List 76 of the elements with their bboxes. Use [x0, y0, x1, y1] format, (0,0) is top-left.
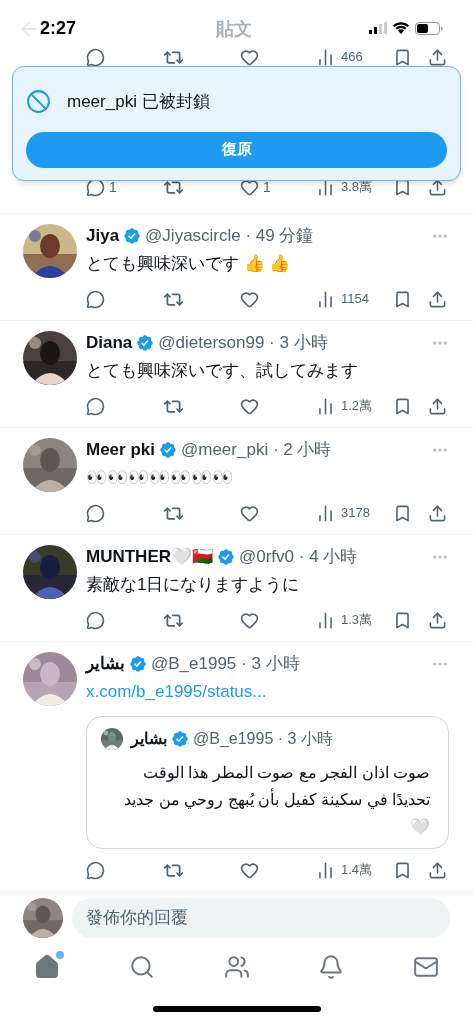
verified-badge-icon: [217, 548, 235, 566]
toast-message: meer_pki 已被封鎖: [67, 91, 210, 113]
author-name: Diana: [86, 332, 133, 355]
bookmark-icon[interactable]: [393, 47, 412, 67]
handle-time: @dieterson99 · 3 小時: [158, 332, 329, 355]
bookmark-icon[interactable]: [393, 610, 412, 630]
view-count: 1.2萬: [341, 397, 373, 416]
views-icon[interactable]: [316, 610, 335, 630]
handle-time: @B_e1995 · 3 小時: [151, 653, 301, 676]
like-icon[interactable]: [240, 396, 259, 416]
reply-icon[interactable]: [86, 610, 105, 630]
like-icon[interactable]: [240, 503, 259, 523]
author-name: Jiya: [86, 225, 120, 248]
home-icon[interactable]: [34, 953, 60, 980]
signal-icon: [369, 22, 387, 34]
blocked-icon: [26, 89, 51, 115]
verified-badge-icon: [136, 334, 155, 352]
battery-icon: [415, 21, 443, 35]
verified-badge-icon: [123, 227, 142, 245]
like-count: 1: [263, 177, 271, 197]
tweet-text: とても興味深いです、試してみます: [86, 360, 359, 382]
reply-field[interactable]: 發佈你的回覆: [72, 897, 450, 938]
reply-icon[interactable]: [86, 47, 105, 67]
bookmark-icon[interactable]: [393, 396, 412, 416]
view-count: 3178: [341, 504, 370, 523]
share-icon[interactable]: [428, 396, 447, 416]
view-count: 3.8萬: [341, 178, 373, 197]
notifications-icon[interactable]: [318, 953, 345, 980]
tweet-text: 素敵な1日になりますように: [86, 574, 301, 596]
people-icon[interactable]: [223, 953, 250, 980]
reply-icon[interactable]: [86, 860, 105, 880]
verified-badge-icon: [159, 441, 177, 459]
share-icon[interactable]: [428, 860, 447, 880]
like-icon[interactable]: [240, 289, 259, 309]
reply-count: 1: [109, 177, 117, 197]
reply-icon[interactable]: [86, 396, 105, 416]
share-icon[interactable]: [428, 47, 447, 67]
reply-icon[interactable]: [86, 289, 105, 309]
views-icon[interactable]: [316, 860, 335, 880]
share-icon[interactable]: [428, 610, 447, 630]
verified-badge-icon: [171, 730, 189, 748]
bookmark-icon[interactable]: [393, 860, 412, 880]
tweet-text: とても興味深いです 👍 👍: [86, 253, 292, 275]
like-icon[interactable]: [240, 610, 259, 630]
tweet-text: 👀👀👀👀👀👀👀: [86, 467, 234, 489]
author-name: بشاير: [131, 729, 167, 751]
handle-time: @Jiyascircle · 49 分鐘: [145, 225, 315, 248]
verified-badge-icon: [129, 655, 147, 673]
views-icon[interactable]: [316, 396, 335, 416]
author-name: Meer pki: [86, 439, 155, 462]
views-icon[interactable]: [316, 47, 335, 67]
view-count: 1154: [341, 290, 369, 309]
reply-icon[interactable]: [86, 503, 105, 523]
status-time: 2:27: [40, 16, 77, 40]
status-link[interactable]: x.com/b_e1995/status...: [86, 678, 473, 706]
share-icon[interactable]: [428, 289, 447, 309]
bookmark-icon[interactable]: [393, 289, 412, 309]
handle-time: @0rfv0 · 4 小時: [239, 546, 359, 569]
undo-button[interactable]: 復原: [26, 131, 447, 168]
views-icon[interactable]: [316, 289, 335, 309]
page-title: 貼文: [216, 18, 252, 41]
handle-time: @meer_pki · 2 小時: [181, 439, 333, 462]
share-icon[interactable]: [428, 503, 447, 523]
like-icon[interactable]: [240, 860, 259, 880]
author-name: بشاير: [86, 653, 125, 676]
wifi-icon: [393, 22, 409, 34]
handle-time: @B_e1995 · 3 小時: [193, 729, 333, 749]
like-icon[interactable]: [240, 47, 259, 67]
bookmark-icon[interactable]: [393, 503, 412, 523]
author-name: MUNTHER🤍🇴🇲: [86, 546, 213, 569]
search-icon[interactable]: [128, 953, 155, 980]
view-count: 1.3萬: [341, 611, 373, 630]
views-icon[interactable]: [316, 503, 335, 523]
view-count: 466: [341, 48, 363, 67]
view-count: 1.4萬: [341, 861, 373, 880]
quoted-text: صوت اذان الفجر مع صوت المطر هذا الوقت تحديدًا في سكينة كفيل بأن يُبهج روحي من جديد 🤍: [123, 763, 431, 837]
